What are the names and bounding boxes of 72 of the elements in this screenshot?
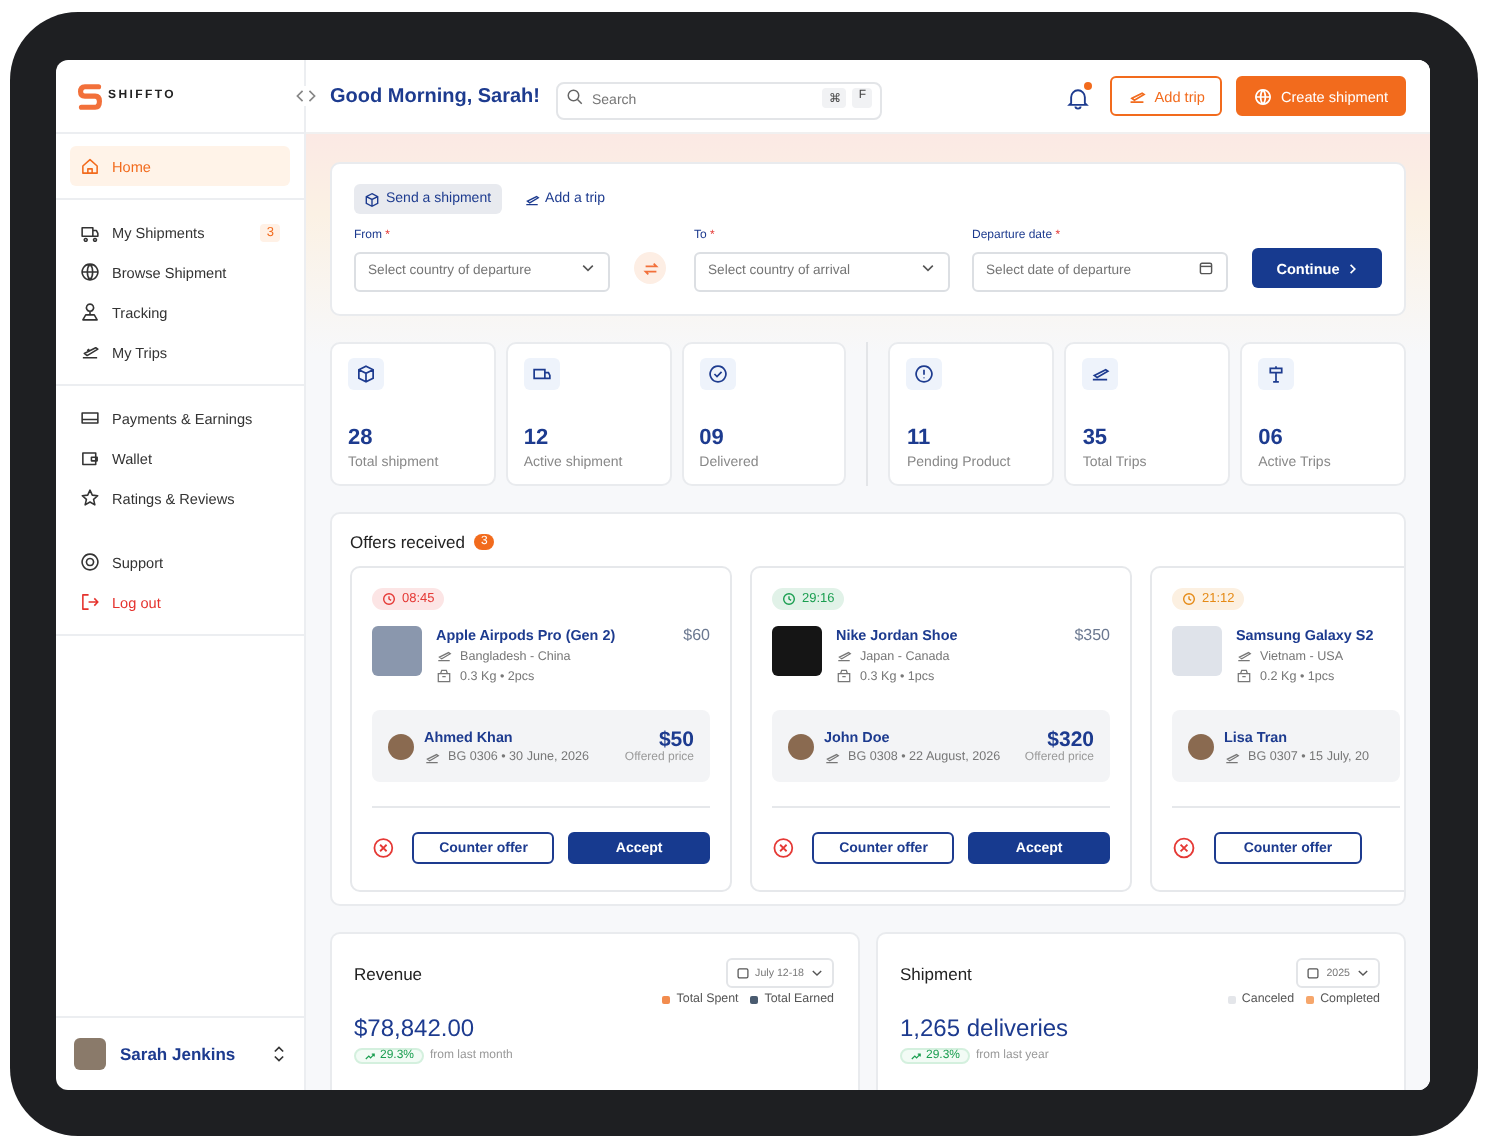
chevron-down-icon [810,966,824,980]
plane-icon [1090,364,1111,384]
plane-icon [824,749,840,765]
plane-icon [436,648,452,664]
star-icon [80,488,100,508]
stat-value: 11 [906,426,933,450]
panel-title: Revenue [354,963,423,983]
notification-button[interactable] [1066,84,1091,108]
section-title: Offers received [350,532,465,552]
plane-icon [523,191,540,207]
chevron-down-icon [1356,966,1370,980]
panel-title: Shipment [900,963,972,983]
location-pin-icon [80,302,100,322]
logout-icon [80,592,100,612]
package-icon [836,668,852,684]
stat-value: 35 [1082,426,1110,450]
user-avatar [74,1038,106,1070]
clock-icon [1182,592,1196,606]
trend-up-icon [910,1050,922,1062]
wallet-icon [80,448,100,468]
plane-icon [1224,749,1240,765]
greeting-title: Good Morning, Sarah! [330,85,542,107]
traveler-avatar [1188,733,1214,759]
plane-icon [1128,87,1147,105]
clock-icon [382,592,396,606]
listed-price: $350 [1074,626,1110,644]
product-photo-placeholder [1172,626,1222,676]
logo-icon [78,81,102,111]
user-name: Sarah Jenkins [120,1044,238,1064]
calendar-icon [735,966,750,980]
listed-price: $60 [683,626,710,644]
trend-up-icon [364,1050,376,1062]
chevron-up-down-icon[interactable] [272,1044,286,1064]
chevron-down-icon [580,260,596,276]
plane-icon [1236,648,1252,664]
total-value: 1,265 deliveries [900,1014,1071,1042]
reject-button[interactable] [1172,836,1196,860]
search-icon [566,87,584,105]
product-photo-placeholder [372,626,422,676]
home-icon [80,156,100,176]
card-icon [80,408,100,428]
globe-icon [80,262,100,282]
stat-value: 06 [1258,426,1285,450]
chevron-right-icon [1345,261,1358,275]
total-value: $78,842.00 [354,1014,477,1042]
box-icon [356,364,376,384]
product-photo-placeholder [772,626,822,676]
plane-icon [836,648,852,664]
package-icon [436,668,452,684]
reject-button[interactable] [772,836,795,860]
swap-button[interactable] [634,252,666,284]
chevron-down-icon [920,260,936,276]
offered-price: $50 [658,728,694,752]
globe-icon [1254,87,1273,105]
stat-value: 12 [523,426,551,450]
plane-icon [424,749,440,765]
package-icon [1236,668,1252,684]
traveler-avatar [788,733,814,759]
calendar-icon [1198,260,1214,276]
offered-price: $320 [1047,728,1094,752]
box-icon [364,191,380,207]
calendar-icon [1306,966,1321,980]
reject-button[interactable] [372,836,395,860]
traveler-avatar [388,733,414,759]
truck-icon [80,222,100,242]
truck-icon [531,364,552,384]
clock-icon [782,592,796,606]
swap-arrows-icon [641,259,659,277]
plane-icon [80,342,100,362]
stat-value: 09 [699,426,726,450]
stat-value: 28 [348,426,375,450]
bell-icon [1066,86,1091,110]
